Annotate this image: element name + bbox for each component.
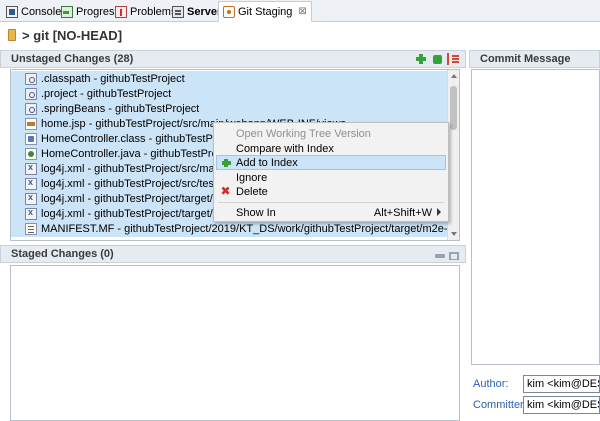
git-staging-icon — [223, 5, 235, 18]
class-file-icon — [25, 133, 37, 145]
menu-separator — [218, 202, 444, 203]
menu-item-show-in[interactable]: Show In Alt+Shift+W — [216, 205, 446, 220]
close-icon[interactable]: ⊠ — [298, 6, 306, 17]
scroll-up-icon[interactable] — [451, 74, 457, 78]
author-label: Author: — [473, 378, 509, 390]
commit-message-header: Commit Message — [469, 50, 600, 68]
manifest-file-icon — [25, 223, 37, 235]
list-item[interactable]: .project - githubTestProject — [11, 86, 447, 102]
scroll-down-icon[interactable] — [451, 232, 457, 236]
file-config-icon — [25, 73, 37, 85]
maximize-icon[interactable] — [449, 252, 459, 260]
list-item[interactable]: .classpath - githubTestProject — [11, 71, 447, 87]
add-all-icon[interactable] — [431, 53, 443, 65]
console-icon — [6, 5, 18, 18]
file-config-icon — [25, 88, 37, 100]
progress-icon — [61, 5, 73, 18]
staged-file-list[interactable] — [10, 265, 460, 421]
xml-file-icon — [25, 162, 37, 175]
xml-file-icon — [25, 192, 37, 205]
scroll-thumb[interactable] — [450, 86, 457, 130]
file-config-icon — [25, 103, 37, 115]
unstaged-changes-header: Unstaged Changes (28) — [0, 50, 466, 68]
commit-message-input[interactable] — [471, 69, 600, 365]
list-item[interactable]: .springBeans - githubTestProject — [11, 101, 447, 117]
tab-git-staging[interactable]: Git Staging ⊠ — [218, 1, 312, 22]
delete-icon: ✖ — [220, 184, 231, 198]
repository-title: > git [NO-HEAD] — [0, 22, 600, 48]
add-selected-icon[interactable] — [415, 53, 427, 65]
problems-icon — [115, 5, 127, 18]
list-item[interactable]: MANIFEST.MF - githubTestProject/2019/KT_… — [11, 221, 447, 237]
view-tab-bar: Console Progress Problems Servers Git St… — [0, 0, 600, 22]
repository-icon — [8, 29, 16, 41]
staged-changes-header: Staged Changes (0) — [0, 245, 466, 263]
minimize-icon[interactable] — [435, 254, 445, 258]
submenu-arrow-icon — [437, 208, 441, 216]
author-field[interactable]: kim <kim@DESK — [523, 375, 600, 393]
xml-file-icon — [25, 207, 37, 220]
java-file-icon — [25, 148, 37, 160]
menu-item-delete[interactable]: ✖ Delete — [216, 184, 446, 199]
menu-item-add-to-index[interactable]: Add to Index — [216, 155, 446, 170]
menu-item-ignore[interactable]: Ignore — [216, 170, 446, 185]
add-to-index-icon — [221, 158, 232, 169]
servers-icon — [172, 5, 184, 18]
xml-file-icon — [25, 177, 37, 190]
context-menu: Open Working Tree Version Compare with I… — [213, 122, 449, 222]
committer-field[interactable]: kim <kim@DESK — [523, 396, 600, 414]
menu-item-open-working-tree[interactable]: Open Working Tree Version — [216, 126, 446, 141]
committer-label: Committer: — [473, 399, 527, 411]
tab-console[interactable]: Console — [2, 2, 65, 21]
jsp-file-icon — [25, 118, 37, 130]
menu-item-compare-with-index[interactable]: Compare with Index — [216, 141, 446, 156]
sort-icon[interactable] — [447, 53, 459, 65]
